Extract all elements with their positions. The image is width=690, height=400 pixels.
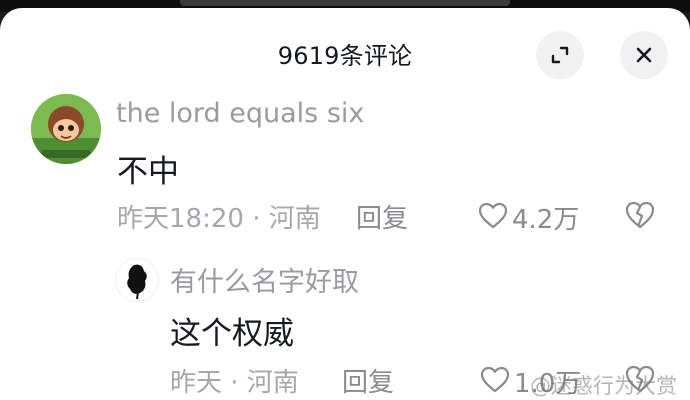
comment-text: 不中 (117, 154, 179, 190)
close-button[interactable] (620, 31, 668, 79)
dislike-button[interactable] (624, 200, 656, 232)
heart-outline-icon (478, 202, 508, 229)
like-count: 4.2万 (512, 205, 580, 235)
avatar[interactable] (31, 94, 101, 164)
comment-username[interactable]: the lord equals six (116, 98, 364, 129)
comment-count-title: 9619条评论 (277, 42, 413, 70)
broken-heart-icon (625, 201, 655, 229)
watermark: @迷惑行为大赏 (530, 374, 677, 398)
reply-text: 这个权威 (170, 316, 294, 352)
comment-meta: 昨天18:20 · 河南 (117, 204, 321, 234)
reply-button[interactable]: 回复 (356, 198, 408, 235)
expand-button[interactable] (536, 31, 584, 79)
close-icon (636, 47, 652, 63)
reply-username[interactable]: 有什么名字好取 (170, 260, 359, 299)
reply-avatar-image (116, 259, 158, 301)
expand-icon (551, 46, 569, 64)
like-button[interactable]: 4.2万 (478, 198, 598, 235)
video-preview-blur (180, 0, 510, 6)
reply-meta: 昨天 · 河南 (170, 368, 299, 398)
avatar-image (31, 94, 101, 164)
heart-outline-icon (480, 366, 510, 393)
screen: 9619条评论 the lord equals six 不中 昨天18:20 ·… (0, 0, 690, 400)
reply-avatar[interactable] (115, 258, 159, 302)
reply-reply-button[interactable]: 回复 (342, 362, 394, 399)
